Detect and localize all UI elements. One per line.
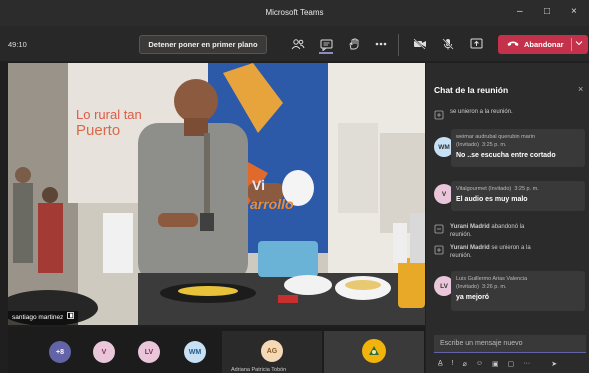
mic-off-icon[interactable] — [441, 38, 455, 50]
format-icon[interactable]: A̲ — [438, 360, 443, 368]
chat-message: Luis Guillermo Arias Valencia (Invitado)… — [451, 271, 585, 311]
system-text: abandonó la — [491, 224, 525, 230]
participant-strip: +8 V LV WM AG Adriana Patricia Tobón — [8, 327, 425, 373]
system-message: se unieron a la reunión. — [434, 109, 513, 120]
speaker-name: santiago martinez — [12, 314, 64, 321]
chat-message: Vitalgourmet (Invitado) 3:25 p. m. El au… — [451, 181, 585, 211]
minimize-button[interactable]: – — [517, 6, 523, 17]
more-icon[interactable] — [374, 38, 388, 50]
leave-label: Abandonar — [524, 40, 564, 49]
video-scene — [8, 63, 425, 325]
chat-icon[interactable] — [319, 38, 333, 54]
message-text: El audio es muy malo — [456, 196, 528, 203]
meeting-timer: 49:10 — [8, 40, 27, 49]
banner-text-line1: Lo rural tan — [76, 107, 142, 122]
participant-tile[interactable]: AG Adriana Patricia Tobón — [222, 331, 322, 373]
main-video: Lo rural tan Puerto Vi arrollo santiago … — [8, 63, 425, 325]
participant-avatar[interactable]: LV — [138, 341, 160, 363]
close-chat-button[interactable]: × — [578, 84, 583, 94]
chat-title: Chat de la reunión — [434, 85, 509, 95]
participant-tile-logo[interactable] — [324, 331, 424, 373]
system-text: reunión. — [450, 232, 472, 238]
message-text: ya mejoró — [456, 294, 490, 301]
more-participants-badge[interactable]: +8 — [49, 341, 71, 363]
speaker-name-tag: santiago martinez — [8, 311, 79, 325]
message-sender: weimar audrubal querubin marin — [456, 134, 535, 140]
chat-message: weimar audrubal querubin marin (Invitado… — [451, 129, 585, 167]
camera-off-icon[interactable] — [413, 38, 427, 50]
system-text: reunión. — [450, 253, 472, 259]
pin-icon[interactable] — [67, 311, 75, 325]
message-text: No ..se escucha entre cortado — [456, 152, 556, 159]
chevron-down-icon[interactable] — [575, 39, 583, 49]
message-tag: (Invitado) — [488, 186, 512, 192]
leave-button[interactable]: Abandonar — [498, 35, 588, 54]
compose-toolbar: A̲ ! ⌀ ☺ ▣ ▢ ··· ➤ — [438, 360, 557, 368]
meeting-chat-panel: Chat de la reunión × se unieron a la reu… — [425, 63, 589, 373]
participant-avatar: AG — [261, 340, 283, 362]
organization-logo-icon — [362, 339, 386, 363]
window-title: Microsoft Teams — [265, 8, 324, 17]
participant-avatar[interactable]: V — [93, 341, 115, 363]
system-user: Yurani Madrid — [450, 245, 490, 251]
message-time: 3:25 p. m. — [514, 186, 539, 192]
phone-hangup-icon — [507, 40, 519, 50]
leave-divider — [571, 38, 572, 51]
compose-message-input[interactable]: Escribe un mensaje nuevo — [434, 335, 586, 353]
participant-avatar[interactable]: WM — [184, 341, 206, 363]
toolbar-divider — [398, 34, 399, 56]
banner-text-line2: Puerto — [76, 122, 121, 139]
joined-icon — [434, 110, 444, 120]
banner-text-vi: Vi — [252, 177, 265, 193]
participant-name: Adriana Patricia Tobón — [231, 367, 287, 373]
message-sender: Vitalgourmet — [456, 186, 487, 192]
system-text: se unieron a la — [491, 245, 531, 251]
maximize-button[interactable]: □ — [544, 6, 550, 17]
system-message: Yurani Madrid abandonó la reunión. — [434, 223, 524, 239]
joined-icon — [434, 245, 444, 255]
emoji-icon[interactable]: ☺ — [476, 360, 483, 368]
leave-icon — [434, 224, 444, 234]
send-icon[interactable]: ➤ — [551, 360, 557, 368]
banner-text-arrollo: arrollo — [250, 196, 294, 212]
message-tag: (Invitado) — [456, 284, 479, 290]
system-message: Yurani Madrid se unieron a la reunión. — [434, 244, 531, 260]
system-user: Yurani Madrid — [450, 224, 490, 230]
important-icon[interactable]: ! — [452, 360, 454, 368]
more-options-icon[interactable]: ··· — [523, 360, 530, 368]
raise-hand-icon[interactable] — [347, 38, 361, 50]
stop-spotlight-button[interactable]: Detener poner en primer plano — [139, 35, 267, 54]
close-window-button[interactable]: × — [571, 6, 577, 17]
sticker-icon[interactable]: ▢ — [508, 360, 515, 368]
message-sender: Luis Guillermo Arias Valencia — [456, 276, 528, 282]
meeting-toolbar: 49:10 Detener poner en primer plano Aban… — [0, 26, 589, 62]
gif-icon[interactable]: ▣ — [492, 360, 499, 368]
title-bar: Microsoft Teams – □ × — [0, 0, 589, 26]
message-tag: (Invitado) — [456, 142, 479, 148]
participants-icon[interactable] — [291, 38, 305, 50]
share-icon[interactable] — [469, 38, 483, 50]
system-text: se unieron a la reunión. — [450, 109, 513, 115]
message-time: 3:26 p. m. — [482, 284, 507, 290]
attach-icon[interactable]: ⌀ — [463, 360, 467, 368]
message-time: 3:25 p. m. — [482, 142, 507, 148]
